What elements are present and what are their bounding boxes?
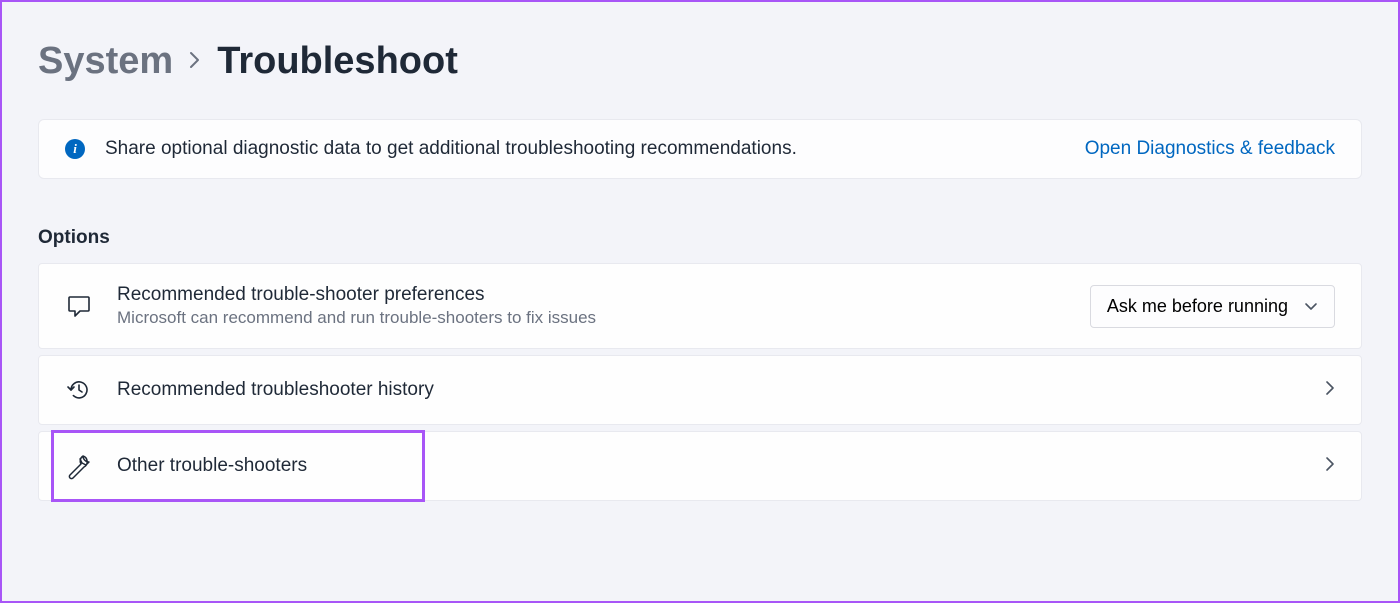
open-diagnostics-link[interactable]: Open Diagnostics & feedback <box>1085 138 1335 160</box>
comment-icon <box>65 292 93 320</box>
recommended-prefs-row[interactable]: Recommended trouble-shooter preferences … <box>38 263 1362 349</box>
info-icon: i <box>65 139 85 159</box>
chevron-right-icon <box>189 48 201 76</box>
option-text: Other trouble-shooters <box>117 455 1301 477</box>
wrench-icon <box>65 452 93 480</box>
diagnostics-banner: i Share optional diagnostic data to get … <box>38 119 1362 179</box>
history-icon <box>65 376 93 404</box>
troubleshooter-prefs-dropdown[interactable]: Ask me before running <box>1090 285 1335 328</box>
chevron-right-icon <box>1325 380 1335 401</box>
other-troubleshooters-row[interactable]: Other trouble-shooters <box>38 431 1362 501</box>
option-title: Other trouble-shooters <box>117 455 1301 477</box>
option-subtitle: Microsoft can recommend and run trouble-… <box>117 308 1066 328</box>
chevron-down-icon <box>1304 296 1318 317</box>
option-text: Recommended troubleshooter history <box>117 379 1301 401</box>
banner-text: Share optional diagnostic data to get ad… <box>105 138 1065 160</box>
options-section-title: Options <box>38 227 1362 249</box>
option-text: Recommended trouble-shooter preferences … <box>117 284 1066 328</box>
option-title: Recommended troubleshooter history <box>117 379 1301 401</box>
breadcrumb-parent[interactable]: System <box>38 40 173 83</box>
option-title: Recommended trouble-shooter preferences <box>117 284 1066 306</box>
breadcrumb: System Troubleshoot <box>38 40 1362 83</box>
chevron-right-icon <box>1325 456 1335 477</box>
troubleshooter-history-row[interactable]: Recommended troubleshooter history <box>38 355 1362 425</box>
dropdown-value: Ask me before running <box>1107 296 1288 317</box>
breadcrumb-current: Troubleshoot <box>217 40 458 83</box>
